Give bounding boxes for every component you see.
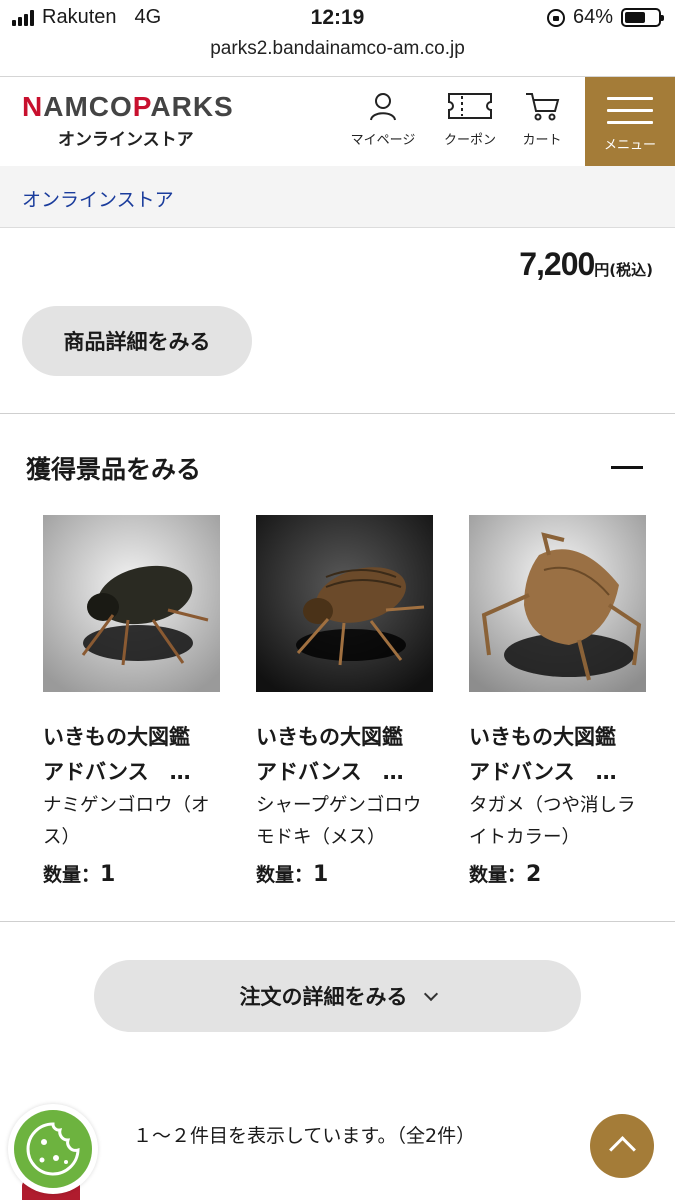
giant-water-bug-photo	[469, 515, 646, 692]
status-bar: Rakuten 4G 12:19 64%	[0, 0, 675, 40]
rotation-lock-icon	[546, 8, 565, 27]
logo-subtitle: オンラインストア	[58, 130, 194, 150]
namco-parks-logo[interactable]: NAMCOPARKS オンラインストア	[22, 91, 234, 150]
order-detail-button[interactable]: 注文の詳細をみる	[94, 960, 581, 1032]
menu-button[interactable]: メニュー	[585, 77, 675, 166]
prize-list: いきもの大図鑑 アドバンス … ナミゲンゴロウ（オス） 数量：1 いきもの大図鑑…	[43, 515, 646, 887]
menu-label: メニュー	[603, 138, 656, 153]
price-unit: 円(税込)	[594, 261, 653, 279]
price-value: 7,200	[519, 246, 595, 282]
prize-name-line1: いきもの大図鑑	[256, 725, 403, 749]
chevron-down-icon	[423, 986, 438, 1002]
pagination-text: １～２件目を表示しています。（全2件）	[133, 1125, 476, 1147]
prize-item[interactable]: いきもの大図鑑 アドバンス … シャープゲンゴロウモドキ（メス） 数量：1	[256, 515, 433, 887]
diving-beetle-photo	[256, 515, 433, 692]
site-header: NAMCOPARKS オンラインストア マイページ クーポン カート メニュー	[0, 77, 675, 166]
cart-icon	[526, 93, 560, 121]
prize-item[interactable]: いきもの大図鑑 アドバンス … ナミゲンゴロウ（オス） 数量：1	[43, 515, 220, 887]
hamburger-icon	[607, 97, 653, 124]
prize-name-line2: アドバンス …	[469, 760, 617, 784]
section-divider	[0, 921, 675, 922]
url-bar[interactable]: parks2.bandainamco-am.co.jp	[0, 38, 675, 60]
logo-wordmark: NAMCOPARKS	[22, 91, 234, 122]
product-detail-button[interactable]: 商品詳細をみる	[22, 306, 252, 376]
ticket-icon	[448, 93, 492, 119]
cookie-settings-button[interactable]	[8, 1104, 98, 1194]
nav-mypage[interactable]: マイページ	[343, 91, 423, 148]
nav-mypage-label: マイページ	[350, 133, 416, 148]
prize-name-variant: シャープゲンゴロウモドキ（メス）	[256, 795, 422, 848]
prize-name-line2: アドバンス …	[256, 760, 404, 784]
collapse-icon[interactable]	[611, 466, 643, 469]
prize-name-variant: タガメ（つや消しライトカラー）	[469, 795, 636, 848]
prize-quantity: 数量：1	[256, 862, 329, 887]
battery-percent: 64%	[572, 6, 613, 28]
battery-icon	[621, 8, 664, 27]
prize-name-variant: ナミゲンゴロウ（オス）	[43, 795, 210, 848]
prize-name-line2: アドバンス …	[43, 760, 191, 784]
order-detail-label: 注文の詳細をみる	[239, 985, 408, 1009]
nav-cart-label: カート	[522, 133, 562, 148]
nav-coupon[interactable]: クーポン	[430, 91, 510, 148]
prize-quantity: 数量：1	[43, 862, 116, 887]
user-icon	[370, 93, 396, 121]
order-price: 7,200円(税込)	[519, 246, 653, 283]
breadcrumb: オンラインストア	[0, 166, 675, 228]
prize-quantity: 数量：2	[469, 862, 542, 887]
back-to-top-button[interactable]	[590, 1114, 654, 1178]
cookie-icon	[14, 1110, 92, 1188]
section-divider	[0, 413, 675, 414]
prize-item[interactable]: いきもの大図鑑 アドバンス … タガメ（つや消しライトカラー） 数量：2	[469, 515, 646, 887]
breadcrumb-link-store[interactable]: オンラインストア	[22, 185, 174, 212]
prize-name-line1: いきもの大図鑑	[43, 725, 190, 749]
nav-cart[interactable]: カート	[502, 91, 582, 148]
status-right: 64%	[546, 6, 664, 29]
diving-beetle-photo	[43, 515, 220, 692]
prizes-section-title: 獲得景品をみる	[26, 455, 202, 484]
prize-name-line1: いきもの大図鑑	[469, 725, 616, 749]
nav-coupon-label: クーポン	[443, 133, 496, 148]
